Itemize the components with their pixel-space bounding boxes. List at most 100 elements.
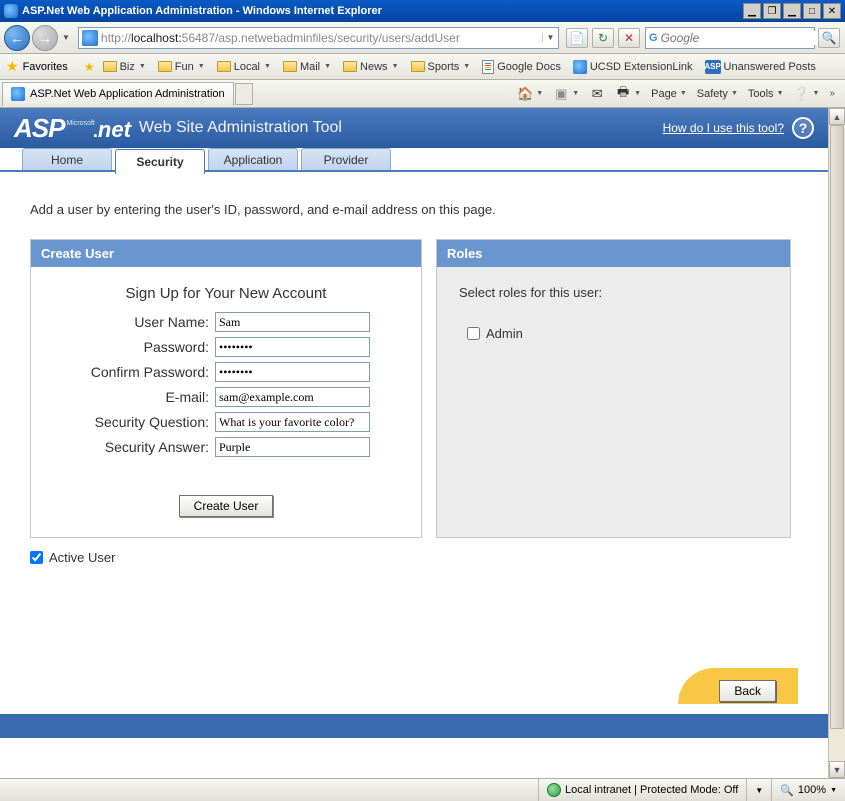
- search-button[interactable]: 🔍: [818, 28, 840, 48]
- fav-link-google-docs[interactable]: Google Docs: [478, 58, 565, 76]
- search-input[interactable]: [661, 31, 818, 45]
- stop-icon[interactable]: ✕: [618, 28, 640, 48]
- folder-icon: [158, 61, 172, 72]
- site-favicon: [82, 30, 98, 46]
- password-input[interactable]: [215, 337, 370, 357]
- compat-view-icon[interactable]: 📄: [566, 28, 588, 48]
- scroll-thumb[interactable]: [830, 125, 844, 729]
- create-user-button[interactable]: Create User: [179, 495, 274, 517]
- vertical-scrollbar[interactable]: ▲ ▼: [828, 108, 845, 778]
- active-user-checkbox[interactable]: [30, 551, 43, 564]
- tab-security[interactable]: Security: [115, 149, 205, 174]
- email-label: E-mail:: [45, 389, 215, 405]
- folder-icon: [103, 61, 117, 72]
- role-admin-label: Admin: [486, 326, 523, 341]
- email-input[interactable]: [215, 387, 370, 407]
- refresh-icon[interactable]: ↻: [592, 28, 614, 48]
- favorites-label[interactable]: Favorites: [23, 61, 68, 73]
- security-answer-label: Security Answer:: [45, 439, 215, 455]
- search-box[interactable]: G: [645, 27, 815, 49]
- status-dropdown[interactable]: ▼: [746, 779, 771, 801]
- create-user-panel: Create User Sign Up for Your New Account…: [30, 239, 422, 538]
- help-question-icon[interactable]: ?: [792, 117, 814, 139]
- rss-icon: ▣: [553, 86, 569, 102]
- ie-icon: [4, 4, 18, 18]
- url-text[interactable]: http://localhost:56487/asp.netwebadminfi…: [101, 31, 542, 45]
- forward-button[interactable]: →: [32, 25, 58, 51]
- fav-folder-news[interactable]: News▼: [339, 59, 402, 75]
- tab-title: ASP.Net Web Application Administration: [30, 88, 225, 100]
- window-titlebar: ASP.Net Web Application Administration -…: [0, 0, 845, 22]
- security-question-label: Security Question:: [45, 414, 215, 430]
- fav-link-ucsd[interactable]: UCSD ExtensionLink: [569, 58, 697, 76]
- security-question-input[interactable]: [215, 412, 370, 432]
- zone-text: Local intranet | Protected Mode: Off: [565, 784, 738, 796]
- zoom-control[interactable]: 🔍 100% ▼: [771, 779, 845, 801]
- ie-icon: [573, 60, 587, 74]
- add-favorite-icon[interactable]: ★: [84, 60, 95, 74]
- status-bar: Local intranet | Protected Mode: Off ▼ 🔍…: [0, 778, 845, 801]
- tab-command-bar: ASP.Net Web Application Administration 🏠…: [0, 80, 845, 108]
- favorites-star-icon[interactable]: ★: [6, 58, 19, 75]
- address-bar[interactable]: http://localhost:56487/asp.netwebadminfi…: [78, 27, 559, 49]
- asp-banner: ASPMicrosoft.net Web Site Administration…: [0, 108, 828, 148]
- home-icon: 🏠: [517, 86, 533, 102]
- help-icon: ❔: [794, 86, 810, 102]
- tab-provider[interactable]: Provider: [301, 148, 391, 170]
- confirm-password-input[interactable]: [215, 362, 370, 382]
- feeds-menu[interactable]: ▣▼: [549, 83, 583, 105]
- print-menu[interactable]: 🖶▼: [611, 83, 645, 105]
- roles-header: Roles: [437, 240, 790, 267]
- back-button[interactable]: ←: [4, 25, 30, 51]
- fav-folder-local[interactable]: Local▼: [213, 59, 275, 75]
- scroll-down-icon[interactable]: ▼: [829, 761, 845, 778]
- roles-panel: Roles Select roles for this user: Admin: [436, 239, 791, 538]
- window-minimize-secondary[interactable]: ▁: [743, 3, 761, 19]
- print-icon: 🖶: [615, 86, 631, 102]
- window-title: ASP.Net Web Application Administration -…: [22, 5, 743, 17]
- folder-icon: [283, 61, 297, 72]
- tab-application[interactable]: Application: [208, 148, 298, 170]
- help-link[interactable]: How do I use this tool?: [663, 121, 784, 135]
- fav-folder-biz[interactable]: Biz▼: [99, 59, 150, 75]
- help-menu[interactable]: ❔▼: [790, 83, 824, 105]
- browser-tab[interactable]: ASP.Net Web Application Administration: [2, 82, 234, 106]
- fav-link-unanswered[interactable]: ASPUnanswered Posts: [701, 58, 820, 76]
- security-zone[interactable]: Local intranet | Protected Mode: Off: [538, 779, 746, 801]
- create-user-header: Create User: [31, 240, 421, 267]
- folder-icon: [343, 61, 357, 72]
- tools-menu[interactable]: Tools▼: [744, 85, 788, 103]
- read-mail[interactable]: ✉: [585, 83, 609, 105]
- window-maximize[interactable]: □: [803, 3, 821, 19]
- active-user-label: Active User: [49, 550, 115, 565]
- fav-folder-fun[interactable]: Fun▼: [154, 59, 209, 75]
- google-icon: G: [649, 30, 658, 46]
- toolbar-overflow[interactable]: »: [825, 88, 839, 99]
- tab-home[interactable]: Home: [22, 148, 112, 170]
- window-restore-secondary[interactable]: ❐: [763, 3, 781, 19]
- scroll-track[interactable]: [829, 125, 845, 761]
- instruction-text: Add a user by entering the user's ID, pa…: [30, 202, 798, 217]
- new-tab-button[interactable]: [235, 83, 253, 105]
- folder-icon: [217, 61, 231, 72]
- back-button-page[interactable]: Back: [719, 680, 776, 702]
- home-menu[interactable]: 🏠▼: [513, 83, 547, 105]
- window-minimize[interactable]: ▁: [783, 3, 801, 19]
- window-close[interactable]: ✕: [823, 3, 841, 19]
- roles-instruction: Select roles for this user:: [451, 285, 776, 300]
- page-content: ASPMicrosoft.net Web Site Administration…: [0, 108, 828, 778]
- security-answer-input[interactable]: [215, 437, 370, 457]
- aspnet-icon: ASP: [705, 60, 721, 74]
- folder-icon: [411, 61, 425, 72]
- safety-menu[interactable]: Safety▼: [693, 85, 742, 103]
- page-menu[interactable]: Page▼: [647, 85, 691, 103]
- role-admin-checkbox[interactable]: [467, 327, 480, 340]
- address-dropdown[interactable]: ▼: [542, 33, 558, 42]
- scroll-up-icon[interactable]: ▲: [829, 108, 845, 125]
- nav-tabs: Home Security Application Provider: [0, 148, 828, 172]
- username-input[interactable]: [215, 312, 370, 332]
- fav-folder-mail[interactable]: Mail▼: [279, 59, 335, 75]
- banner-subtitle: Web Site Administration Tool: [139, 119, 342, 137]
- nav-history-dropdown[interactable]: ▼: [60, 33, 72, 42]
- fav-folder-sports[interactable]: Sports▼: [407, 59, 475, 75]
